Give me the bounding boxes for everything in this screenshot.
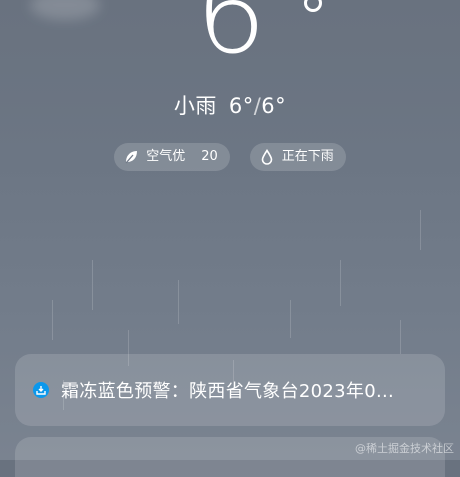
weather-summary: 小雨 6°/6° — [0, 90, 460, 122]
leaf-icon — [122, 148, 140, 166]
warning-icon — [33, 382, 49, 398]
weather-chips: 空气优 20 正在下雨 — [0, 143, 460, 171]
air-quality-chip[interactable]: 空气优 20 — [114, 143, 230, 171]
current-temperature: 6 — [195, 0, 266, 79]
weather-alert-text: 霜冻蓝色预警：陕西省气象台2023年0... — [61, 381, 395, 402]
air-quality-value: 20 — [201, 149, 218, 164]
temp-separator: / — [253, 94, 262, 118]
rain-status-chip[interactable]: 正在下雨 — [249, 143, 346, 171]
watermark: @稀土掘金技术社区 — [355, 442, 454, 455]
weather-alert-card[interactable]: 霜冻蓝色预警：陕西省气象台2023年0... — [15, 354, 445, 426]
rain-status-label: 正在下雨 — [281, 149, 334, 164]
temp-high: 6° — [261, 94, 287, 118]
raindrop-icon — [258, 148, 276, 166]
weather-condition: 小雨 — [173, 94, 217, 118]
air-quality-label: 空气优 — [146, 149, 186, 164]
temp-low: 6° — [228, 94, 254, 118]
